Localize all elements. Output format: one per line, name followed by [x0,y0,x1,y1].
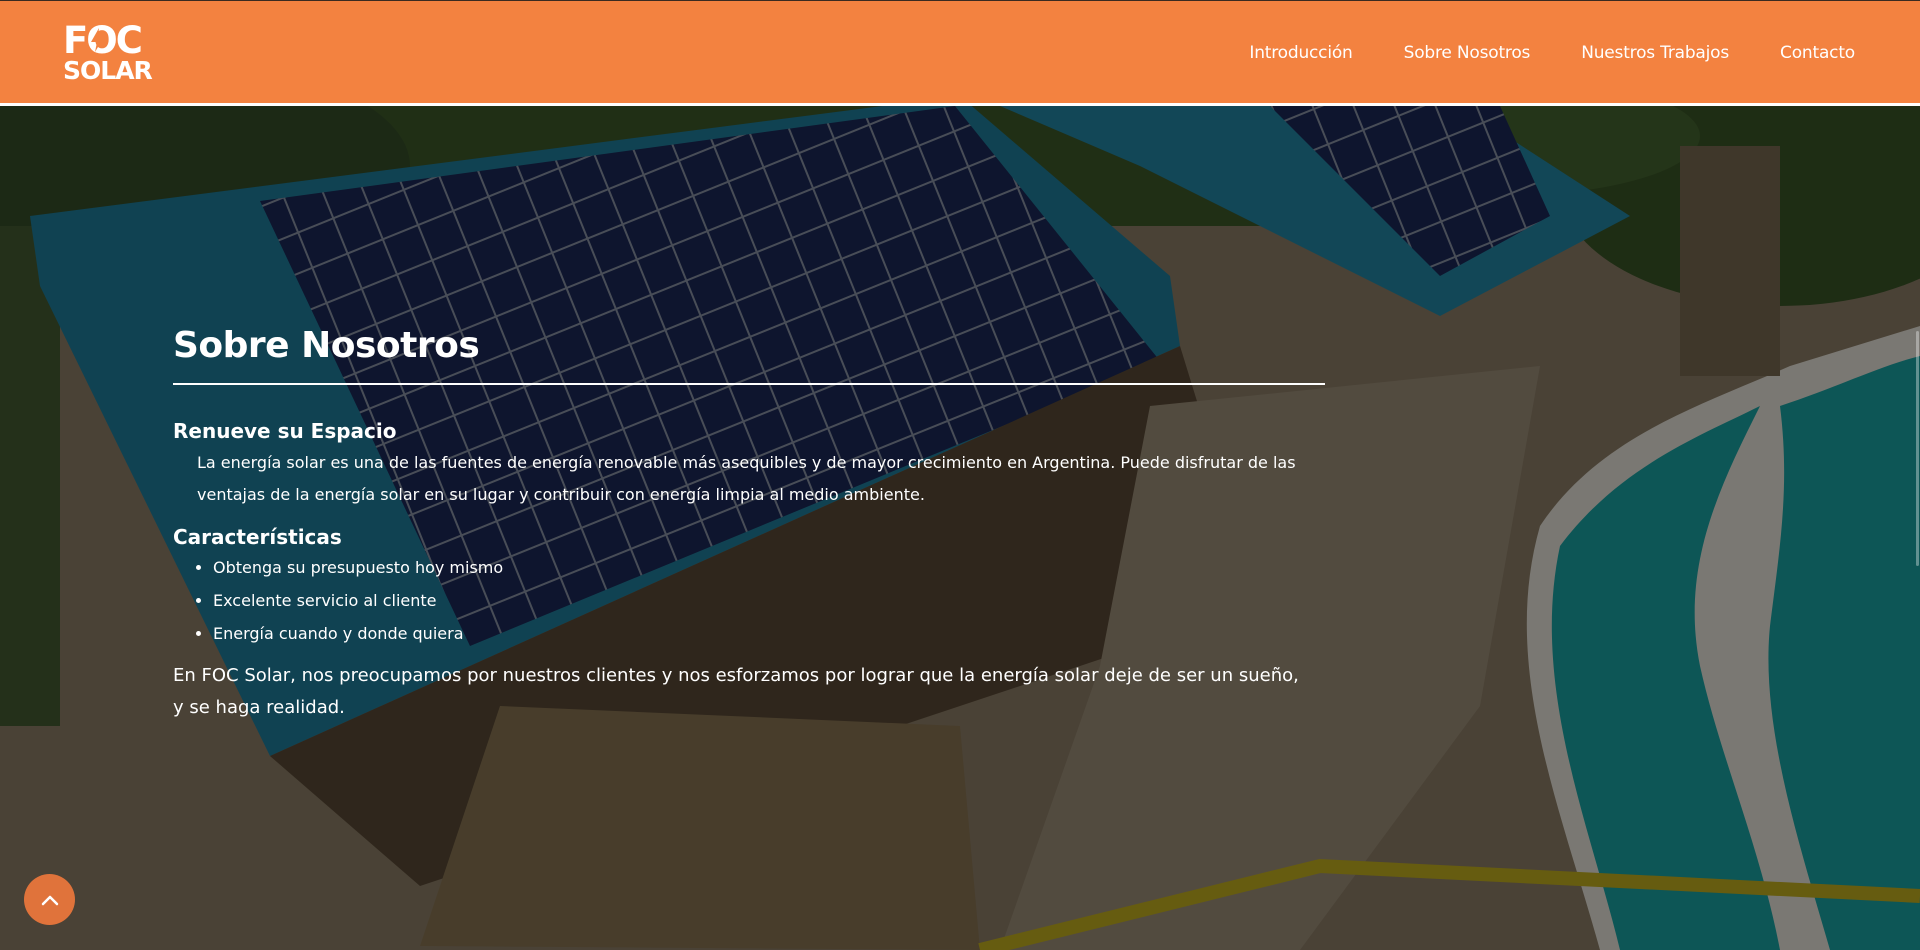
site-header: FOC SOLAR Introducción Sobre Nosotros Nu… [0,0,1920,106]
list-item: Obtenga su presupuesto hoy mismo [213,551,1325,584]
nav-link-nuestros-trabajos[interactable]: Nuestros Trabajos [1581,43,1729,63]
foc-solar-logo[interactable]: FOC SOLAR [63,21,153,85]
section-heading-caracteristicas: Características [173,525,342,549]
logo-text-solar: SOLAR [63,56,153,85]
page-title: Sobre Nosotros [173,325,480,366]
list-item: Energía cuando y donde quiera [213,617,1325,650]
nav-link-sobre-nosotros[interactable]: Sobre Nosotros [1404,43,1531,63]
section-text-renueve: La energía solar es una de las fuentes d… [197,453,1296,504]
nav-link-contacto[interactable]: Contacto [1780,43,1855,63]
main-nav: Introducción Sobre Nosotros Nuestros Tra… [1249,1,1855,104]
scrollbar-thumb[interactable] [1916,331,1919,566]
nav-link-introduccion[interactable]: Introducción [1249,43,1352,63]
scroll-to-top-button[interactable] [24,874,75,925]
list-item: Excelente servicio al cliente [213,584,1325,617]
lightning-bolt-icon [91,28,104,52]
features-list: Obtenga su presupuesto hoy mismo Excelen… [213,551,1325,650]
section-heading-renueve: Renueve su Espacio [173,419,397,443]
chevron-up-icon [41,895,58,905]
closing-text: En FOC Solar, nos preocupamos por nuestr… [173,665,1299,718]
title-divider [173,383,1325,385]
about-section: Sobre Nosotros Renueve su Espacio La ene… [173,322,1325,724]
